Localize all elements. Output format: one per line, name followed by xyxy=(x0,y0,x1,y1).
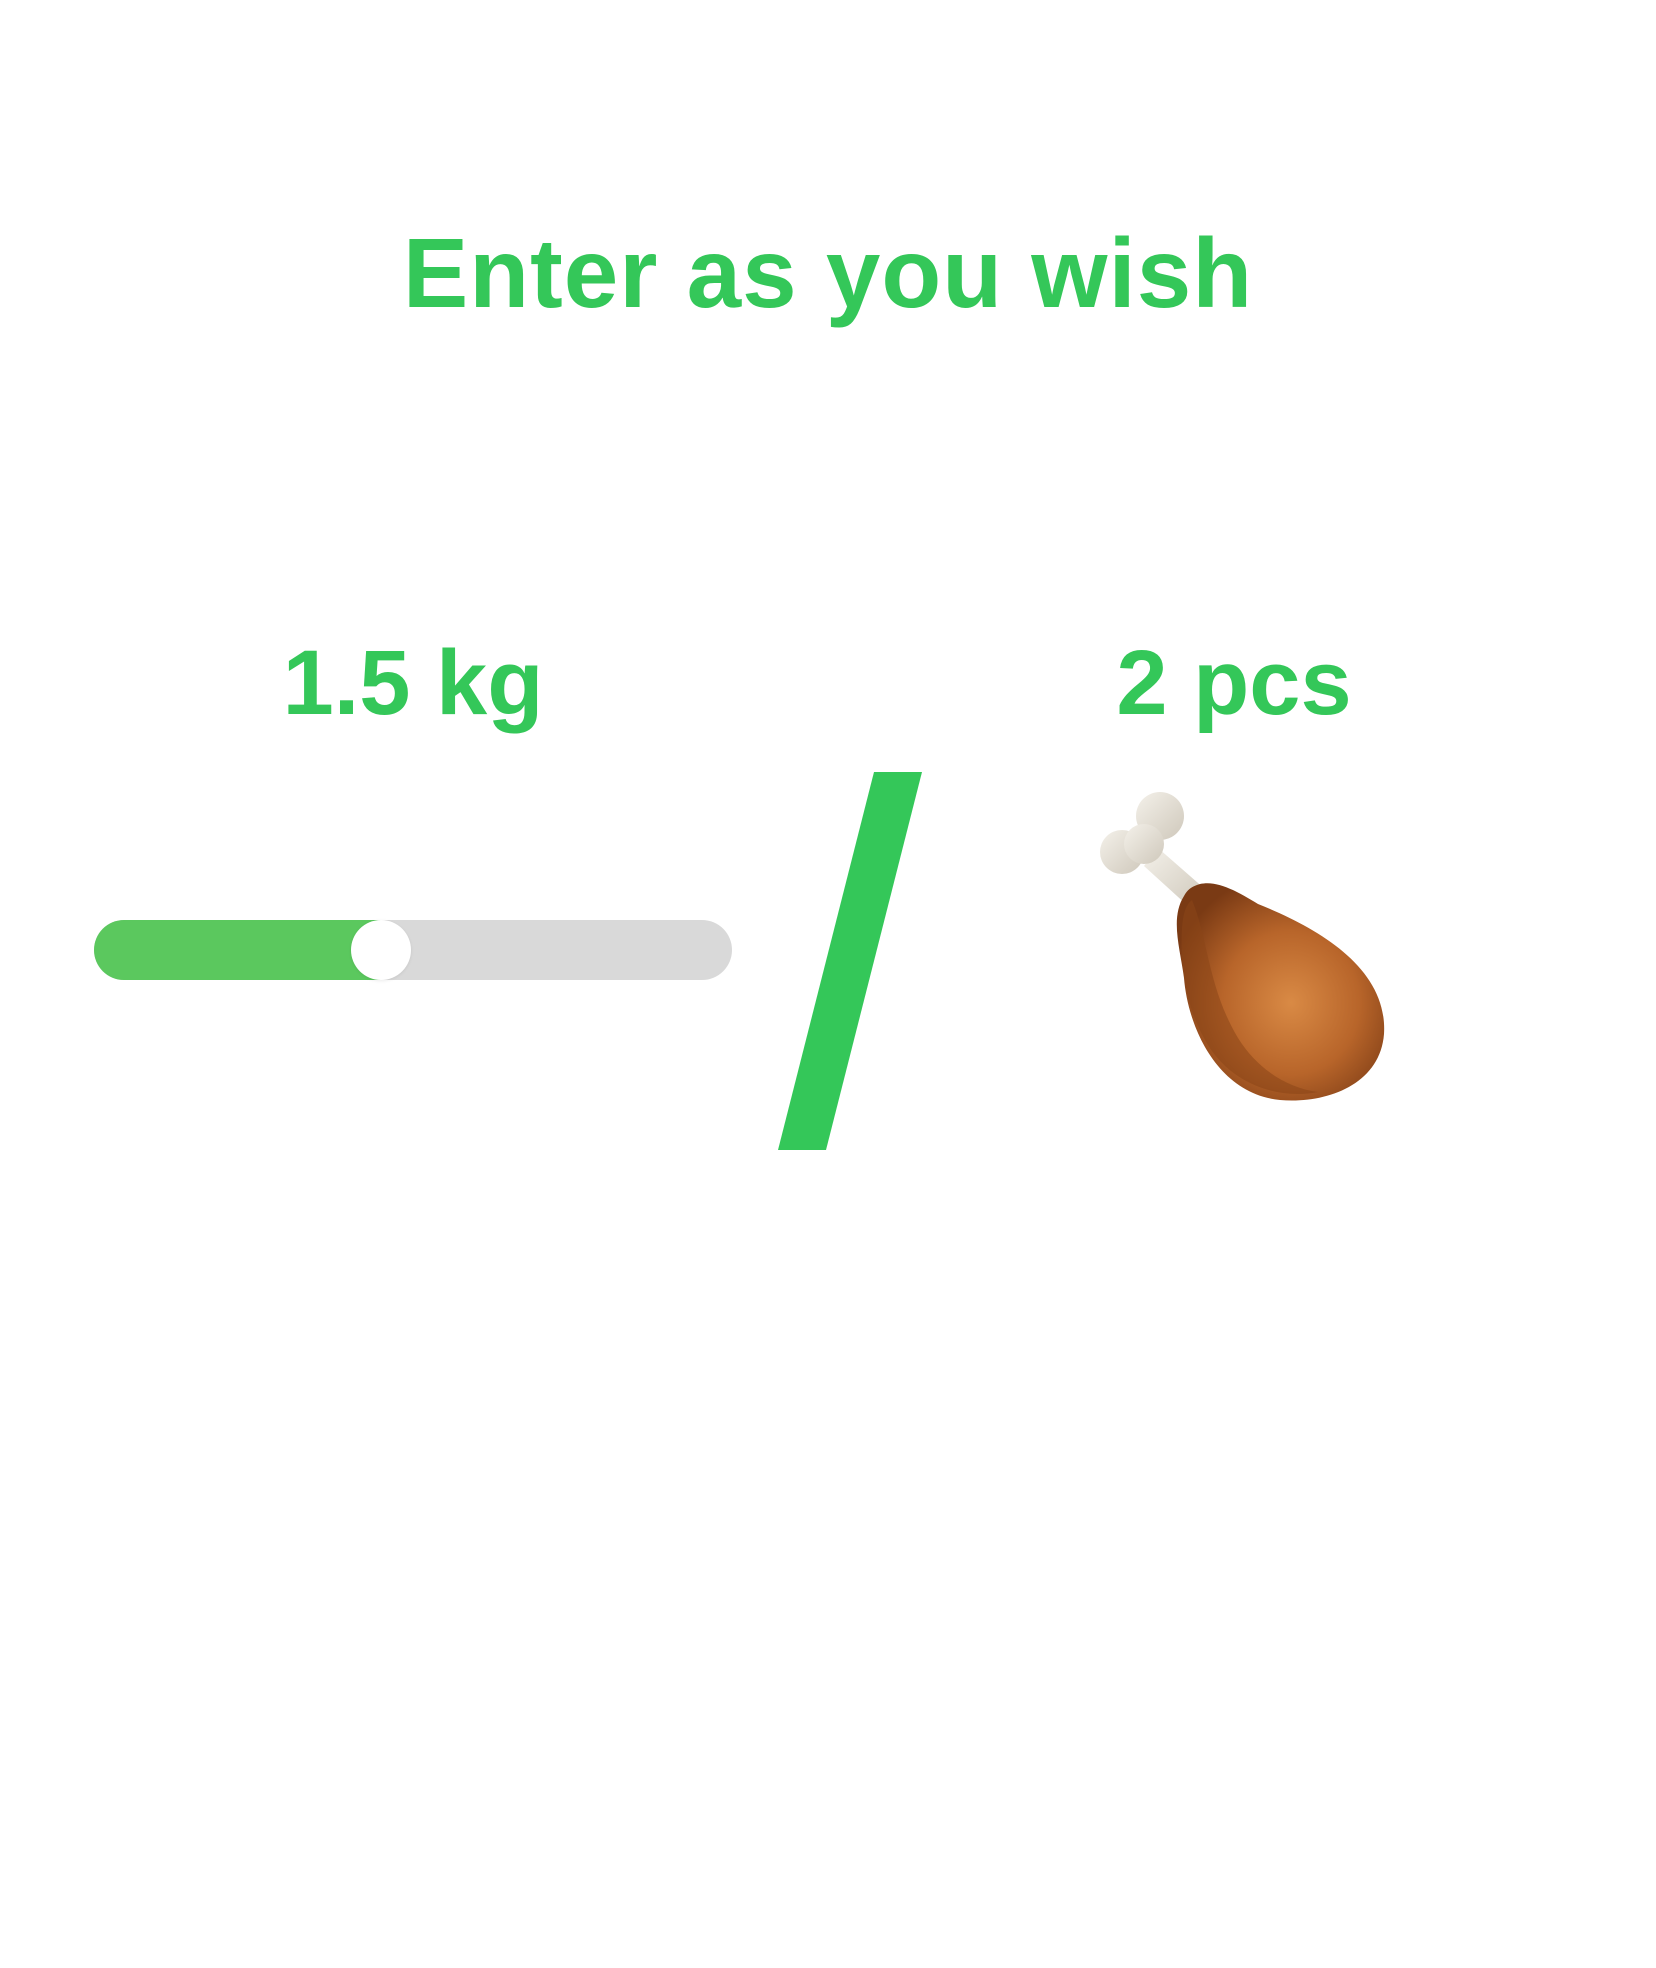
weight-slider-fill xyxy=(94,920,382,980)
weight-value: 1.5 kg xyxy=(282,632,544,734)
weight-slider-thumb[interactable] xyxy=(351,920,412,980)
divider-slash xyxy=(778,772,922,1150)
pieces-value: 2 pcs xyxy=(1116,632,1352,734)
weight-slider[interactable] xyxy=(94,920,732,980)
drumstick-icon[interactable] xyxy=(1088,788,1392,1104)
page-title: Enter as you wish xyxy=(402,218,1254,328)
